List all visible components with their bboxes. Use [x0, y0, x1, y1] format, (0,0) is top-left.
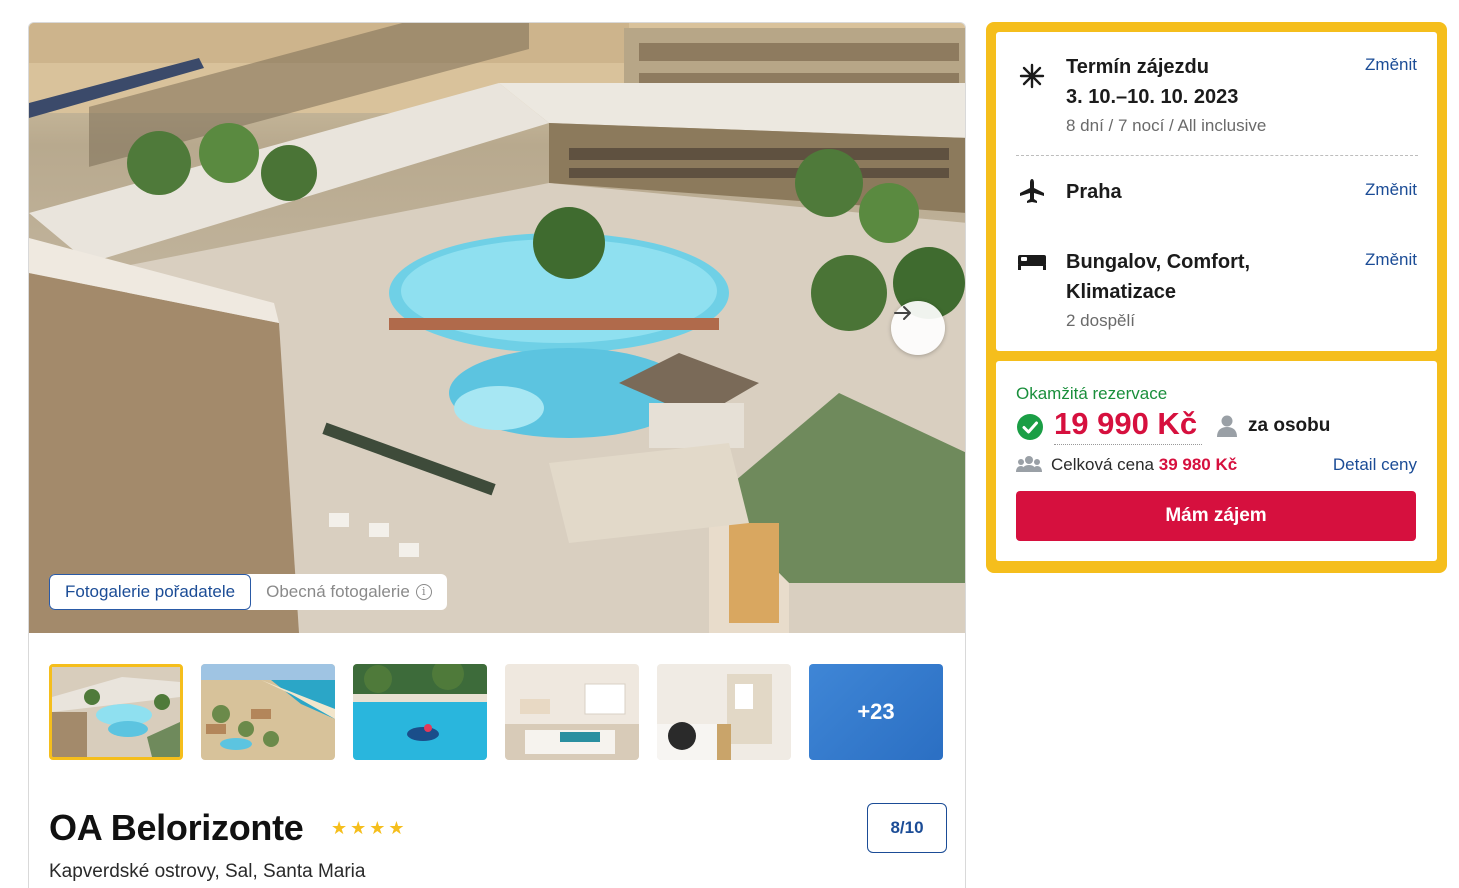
- total-price-line: Celková cena 39 980 Kč: [1051, 455, 1237, 475]
- change-term-link[interactable]: Změnit: [1365, 55, 1417, 75]
- change-departure-link[interactable]: Změnit: [1365, 180, 1417, 200]
- total-price-value: 39 980 Kč: [1158, 455, 1238, 474]
- room-type-line1: Bungalov, Comfort,: [1066, 251, 1251, 273]
- thumbnail-image: [52, 667, 180, 757]
- tab-organizer-gallery-label: Fotogalerie pořadatele: [65, 582, 236, 601]
- gallery-source-tabs: Fotogalerie pořadatele Obecná fotogaleri…: [49, 574, 447, 610]
- departure-city: Praha: [1066, 181, 1122, 203]
- person-icon: [1216, 414, 1238, 443]
- price-underline: [1054, 444, 1202, 445]
- divider: [1016, 155, 1418, 156]
- bed-icon: [1016, 245, 1048, 277]
- hotel-location: Kapverdské ostrovy, Sal, Santa Maria: [49, 861, 366, 882]
- total-price-label: Celková cena: [1051, 455, 1155, 474]
- instant-booking-label: Okamžitá rezervace: [1016, 384, 1168, 403]
- more-photos-count: +23: [857, 699, 895, 724]
- group-icon: [1016, 455, 1042, 478]
- trip-summary: Termín zájezdu 3. 10.–10. 10. 2023 8 dní…: [996, 32, 1437, 351]
- price-per-person: 19 990 Kč: [1054, 406, 1198, 441]
- thumbnail-4[interactable]: [505, 664, 639, 760]
- price-detail-link[interactable]: Detail ceny: [1333, 455, 1417, 475]
- star-icon: ★: [388, 818, 405, 838]
- price-box: Okamžitá rezervace 19 990 Kč za osobu Ce…: [996, 361, 1437, 561]
- thumbnail-image: [505, 664, 639, 760]
- gallery-card: Fotogalerie pořadatele Obecná fotogaleri…: [28, 22, 966, 888]
- room-type-line2: Klimatizace: [1066, 281, 1177, 303]
- sun-icon: [1016, 60, 1048, 92]
- main-photo[interactable]: Fotogalerie pořadatele Obecná fotogaleri…: [29, 23, 965, 633]
- tab-organizer-gallery[interactable]: Fotogalerie pořadatele: [49, 574, 252, 610]
- tab-general-gallery-label: Obecná fotogalerie: [266, 582, 410, 601]
- interest-button[interactable]: Mám zájem: [1016, 491, 1416, 541]
- thumbnail-image: [353, 664, 487, 760]
- travelers-count: 2 dospělí: [1066, 311, 1135, 330]
- per-person-label: za osobu: [1248, 415, 1331, 436]
- check-circle-icon: [1016, 413, 1044, 446]
- hotel-aerial-image: [29, 23, 965, 633]
- thumbnail-3[interactable]: [353, 664, 487, 760]
- term-dates: 3. 10.–10. 10. 2023: [1066, 86, 1239, 108]
- thumbnail-strip: +23: [49, 664, 943, 760]
- thumbnail-1[interactable]: [49, 664, 183, 760]
- hotel-name: OA Belorizonte: [49, 807, 304, 848]
- thumbnail-2[interactable]: [201, 664, 335, 760]
- change-room-link[interactable]: Změnit: [1365, 250, 1417, 270]
- thumbnail-image: [657, 664, 791, 760]
- tab-general-gallery[interactable]: Obecná fotogalerie i: [251, 574, 447, 610]
- star-rating: ★ ★ ★ ★: [331, 818, 405, 839]
- star-icon: ★: [331, 818, 348, 838]
- star-icon: ★: [369, 818, 386, 838]
- thumbnail-5[interactable]: [657, 664, 791, 760]
- arrow-right-icon: [894, 306, 911, 320]
- term-label: Termín zájezdu: [1066, 56, 1209, 78]
- thumbnail-image: [201, 664, 335, 760]
- more-photos-thumbnail[interactable]: +23: [809, 664, 943, 760]
- star-icon: ★: [350, 818, 367, 838]
- airplane-icon: [1016, 175, 1048, 207]
- info-icon[interactable]: i: [415, 584, 432, 600]
- next-photo-button[interactable]: [891, 301, 945, 355]
- review-rating-button[interactable]: 8/10: [867, 803, 947, 853]
- term-details: 8 dní / 7 nocí / All inclusive: [1066, 116, 1267, 135]
- booking-panel: Termín zájezdu 3. 10.–10. 10. 2023 8 dní…: [986, 22, 1447, 573]
